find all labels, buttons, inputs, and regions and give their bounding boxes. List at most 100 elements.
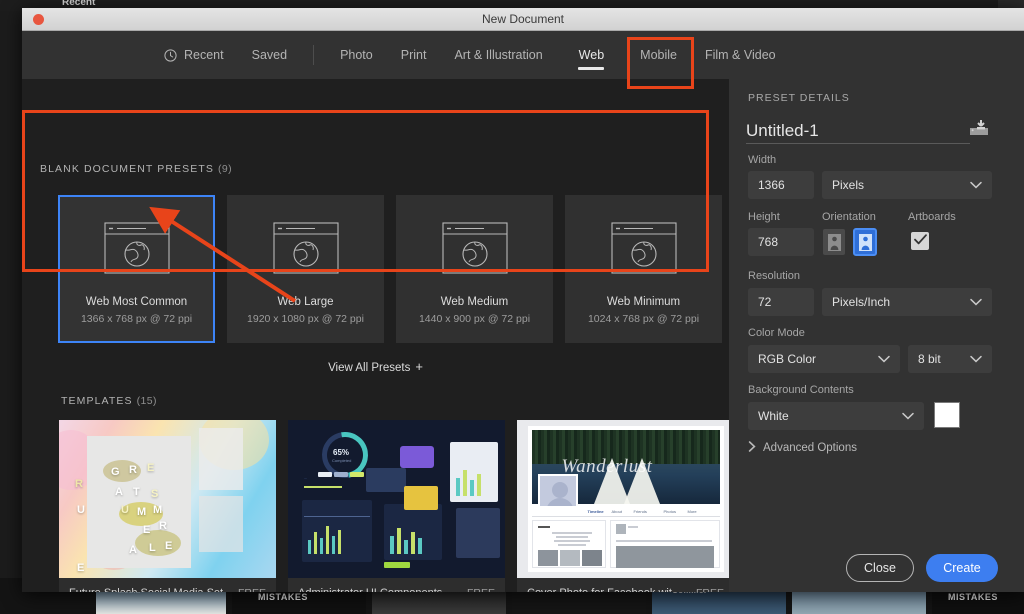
tab-label: Photo bbox=[340, 48, 373, 62]
backdrop-tile-label: MISTAKES bbox=[258, 592, 308, 602]
templates-row: G R E A T S U M M E R A L E R bbox=[59, 420, 729, 592]
tab-photo[interactable]: Photo bbox=[326, 31, 387, 79]
chevron-down-icon bbox=[970, 295, 982, 309]
chevron-down-icon bbox=[970, 178, 982, 192]
close-window-dot[interactable] bbox=[33, 14, 44, 25]
template-name: Future Splash Social Media Set bbox=[69, 587, 223, 592]
donut-value: 65% bbox=[333, 448, 349, 457]
width-unit-value: Pixels bbox=[832, 178, 864, 192]
chart-panel bbox=[302, 500, 372, 562]
color-depth-select[interactable]: 8 bit bbox=[908, 345, 992, 373]
tab-label: Mobile bbox=[640, 48, 677, 62]
tooltip-panel bbox=[366, 468, 406, 492]
blank-presets-count: (9) bbox=[218, 163, 232, 175]
tab-print[interactable]: Print bbox=[387, 31, 441, 79]
decor-blob bbox=[135, 530, 181, 556]
orientation-portrait-icon[interactable] bbox=[823, 229, 845, 255]
background-contents-select[interactable]: White bbox=[748, 402, 924, 430]
background-color-swatch[interactable] bbox=[934, 402, 960, 428]
chevron-down-icon bbox=[902, 409, 914, 423]
view-all-presets-label: View All Presets bbox=[328, 362, 410, 374]
preset-card-web-large[interactable]: Web Large 1920 x 1080 px @ 72 ppi bbox=[227, 195, 384, 343]
mini-bar bbox=[332, 536, 335, 554]
advanced-options-label: Advanced Options bbox=[763, 442, 857, 454]
chevron-right-icon bbox=[748, 441, 756, 455]
width-input[interactable] bbox=[758, 178, 804, 192]
mini-bar bbox=[308, 540, 311, 554]
width-unit-select[interactable]: Pixels bbox=[822, 171, 992, 199]
resolution-input[interactable] bbox=[758, 295, 804, 309]
mini-bar bbox=[411, 532, 415, 554]
preset-details-heading: PRESET DETAILS bbox=[748, 92, 850, 104]
dialog-title: New Document bbox=[482, 12, 564, 26]
template-price: FREE bbox=[238, 587, 266, 592]
template-caption: Administrator UI Components Set FREE bbox=[288, 578, 505, 592]
template-card-facebook-cover[interactable]: Wanderlust Timeline About Friends Photos… bbox=[517, 420, 729, 592]
height-input-wrapper bbox=[748, 228, 814, 256]
preset-card-web-most-common[interactable]: Web Most Common 1366 x 768 px @ 72 ppi bbox=[58, 195, 215, 343]
mini-bar bbox=[314, 532, 317, 554]
save-preset-icon[interactable] bbox=[968, 119, 990, 142]
template-card-future-splash[interactable]: G R E A T S U M M E R A L E R bbox=[59, 420, 276, 592]
clock-icon bbox=[164, 49, 177, 62]
template-name: Cover Photo for Facebook with I... bbox=[527, 587, 688, 592]
mini-bar bbox=[470, 480, 474, 496]
close-button[interactable]: Close bbox=[846, 554, 914, 582]
preset-card-web-minimum[interactable]: Web Minimum 1024 x 768 px @ 72 ppi bbox=[565, 195, 722, 343]
tab-art-and-illustration[interactable]: Art & Illustration bbox=[440, 31, 556, 79]
view-all-presets-button[interactable]: View All Presets + bbox=[22, 359, 729, 374]
width-input-wrapper bbox=[748, 171, 814, 199]
checkmark-icon bbox=[914, 232, 927, 250]
donut-label: Completed bbox=[332, 458, 351, 463]
legend-chip bbox=[334, 472, 348, 477]
template-thumbnail: G R E A T S U M M E R A L E R bbox=[59, 420, 276, 578]
blank-presets-heading-text: BLANK DOCUMENT PRESETS bbox=[40, 163, 214, 175]
plus-icon: + bbox=[415, 359, 423, 374]
legend-chip bbox=[350, 472, 364, 477]
template-thumbnail: 65% Completed bbox=[288, 420, 505, 578]
chart-panel bbox=[456, 508, 500, 558]
tab-web[interactable]: Web bbox=[557, 31, 626, 79]
advanced-options-toggle[interactable]: Advanced Options bbox=[748, 441, 857, 455]
color-depth-value: 8 bit bbox=[918, 352, 941, 366]
preset-name: Web Most Common bbox=[86, 296, 187, 308]
presets-pane: BLANK DOCUMENT PRESETS (9) bbox=[22, 79, 729, 592]
mini-bar bbox=[320, 538, 323, 554]
preset-name: Web Minimum bbox=[607, 296, 680, 308]
resolution-unit-value: Pixels/Inch bbox=[832, 295, 890, 309]
color-mode-select[interactable]: RGB Color bbox=[748, 345, 900, 373]
tab-film-and-video[interactable]: Film & Video bbox=[691, 31, 790, 79]
web-page-globe-icon bbox=[273, 222, 339, 279]
templates-heading-text: TEMPLATES bbox=[61, 395, 133, 407]
artboards-checkbox[interactable] bbox=[911, 232, 929, 250]
create-button[interactable]: Create bbox=[926, 554, 998, 582]
tab-mobile[interactable]: Mobile bbox=[626, 31, 691, 79]
mini-bar bbox=[397, 528, 401, 554]
tab-label: Film & Video bbox=[705, 48, 776, 62]
templates-count: (15) bbox=[137, 395, 157, 407]
tab-divider bbox=[313, 45, 314, 65]
preset-name: Web Large bbox=[277, 296, 333, 308]
template-price: FREE bbox=[467, 587, 495, 592]
orientation-landscape-icon[interactable] bbox=[854, 229, 876, 255]
height-input[interactable] bbox=[758, 235, 804, 249]
tab-recent[interactable]: Recent bbox=[150, 31, 238, 79]
tab-label: Web bbox=[579, 48, 604, 62]
preset-details-pane bbox=[729, 79, 1024, 592]
tab-label: Art & Illustration bbox=[454, 48, 542, 62]
template-caption: Cover Photo for Facebook with I... FREE bbox=[517, 578, 729, 592]
tab-saved[interactable]: Saved bbox=[238, 31, 301, 79]
resolution-unit-select[interactable]: Pixels/Inch bbox=[822, 288, 992, 316]
chevron-down-icon bbox=[878, 352, 890, 366]
template-caption: Future Splash Social Media Set FREE bbox=[59, 578, 276, 592]
decor-card bbox=[199, 496, 243, 552]
mini-bar bbox=[304, 486, 342, 488]
mini-bar bbox=[477, 474, 481, 496]
document-name-input[interactable] bbox=[746, 118, 970, 144]
mini-bar bbox=[404, 540, 408, 554]
mini-bar bbox=[456, 478, 460, 496]
preset-dimensions: 1024 x 768 px @ 72 ppi bbox=[588, 313, 699, 325]
template-card-administrator-ui[interactable]: 65% Completed bbox=[288, 420, 505, 592]
preset-card-web-medium[interactable]: Web Medium 1440 x 900 px @ 72 ppi bbox=[396, 195, 553, 343]
legend-chip bbox=[318, 472, 332, 477]
